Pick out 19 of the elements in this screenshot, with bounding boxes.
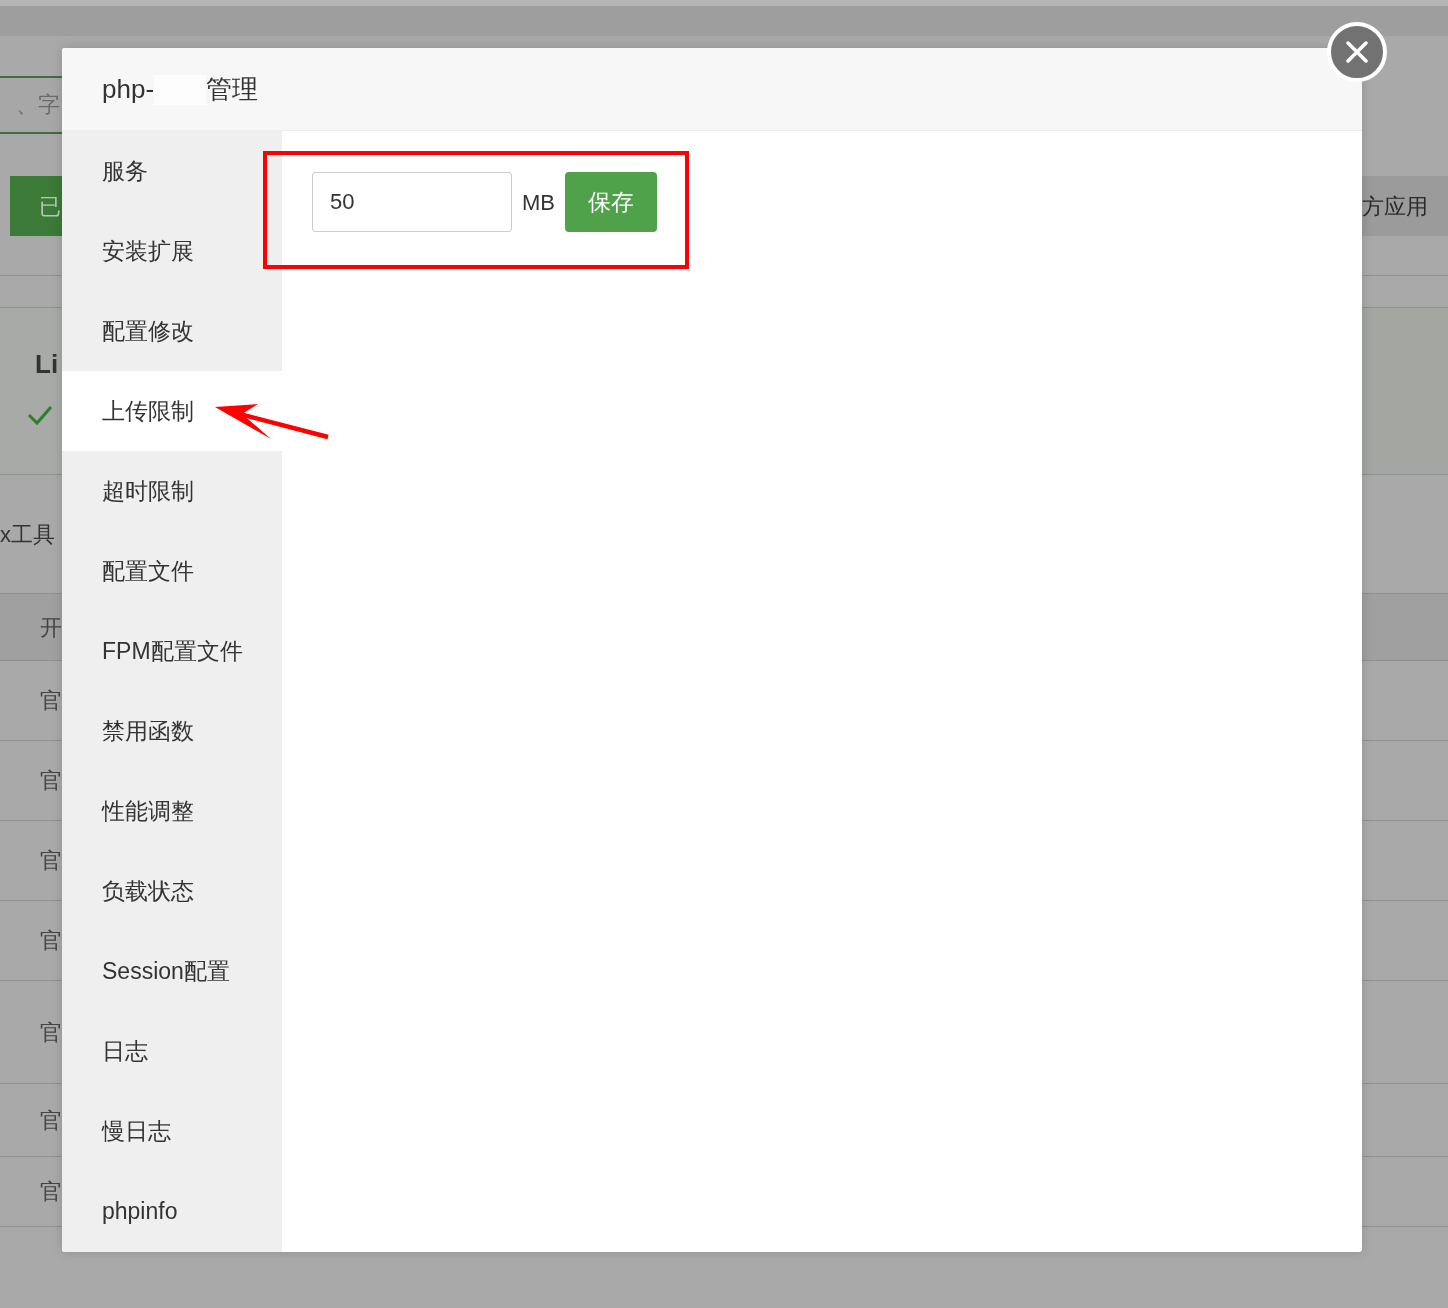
table-cell-text: 官 xyxy=(40,1178,62,1206)
tab-label[interactable]: 方应用 xyxy=(1362,189,1428,223)
panel-title: Li xyxy=(35,348,60,381)
column-header: 开 xyxy=(40,613,62,642)
check-icon xyxy=(27,404,53,426)
table-cell-text: 官 xyxy=(40,1106,62,1135)
unit-label: MB xyxy=(522,188,555,217)
table-cell-text: 官 xyxy=(40,687,62,715)
dialog-title: php- xyxy=(102,72,155,106)
close-icon[interactable] xyxy=(1346,41,1368,63)
table-cell-text: 官 xyxy=(40,1018,62,1047)
sidebar-item[interactable]: 上传限制 xyxy=(62,371,282,451)
dialog-title: 管理 xyxy=(206,72,259,106)
table-cell-text: 官 xyxy=(40,767,62,795)
table-cell-text: 官 xyxy=(40,927,62,955)
section-title: x工具 xyxy=(0,520,55,549)
search-field[interactable]: 、字 xyxy=(0,76,62,134)
table-cell-text: 官 xyxy=(40,847,62,875)
upload-limit-input[interactable]: 50 xyxy=(312,172,512,232)
